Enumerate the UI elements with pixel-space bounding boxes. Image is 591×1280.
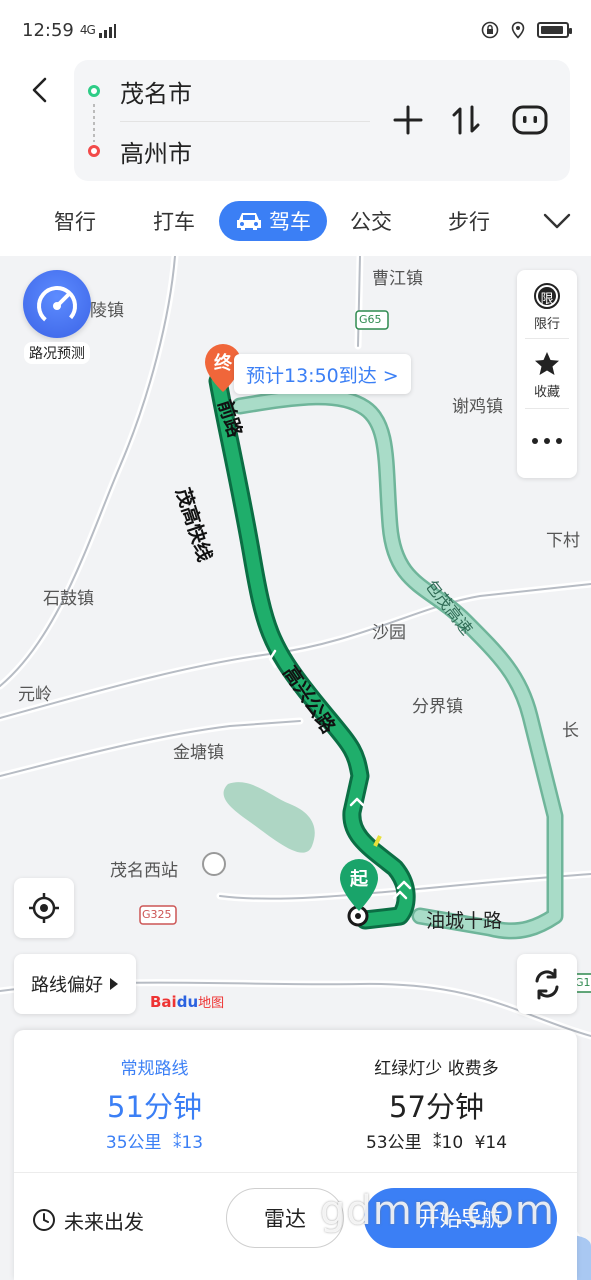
restriction-label: 限行 — [533, 317, 560, 332]
toll-amount: ¥14 — [474, 1133, 508, 1153]
destination-field[interactable]: 高州市 — [74, 122, 374, 180]
favorite-label: 收藏 — [533, 385, 560, 400]
place-label: 石鼓镇 — [43, 589, 94, 609]
swap-button[interactable] — [446, 100, 486, 140]
start-navigation-button[interactable]: 开始导航 — [364, 1188, 557, 1248]
add-waypoint-button[interactable] — [388, 100, 428, 140]
chevron-down-icon — [543, 213, 571, 229]
route-duration: 57分钟 — [389, 1090, 484, 1124]
radar-button[interactable]: 雷达 — [226, 1188, 344, 1248]
favorite-button[interactable]: 收藏 — [517, 350, 577, 400]
traffic-forecast-button[interactable]: 路况预测 — [14, 270, 100, 366]
route-sheet: 常规路线 51分钟 35公里 ⁑13 红绿灯少 收费多 57分钟 53公里 ⁑1… — [14, 1030, 577, 1280]
origin-pin[interactable]: 起 — [337, 857, 381, 913]
origin-pin-label: 起 — [350, 869, 368, 890]
travel-mode-tabs: 智行 打车 驾车 公交 步行 — [0, 197, 591, 245]
place-label: 长 — [562, 721, 579, 741]
robot-face-icon — [512, 105, 548, 135]
traffic-light-count: 13 — [181, 1133, 204, 1153]
refresh-icon — [535, 968, 559, 1000]
route-card: 茂名市 高州市 — [74, 60, 570, 181]
place-label: 沙园 — [372, 623, 406, 643]
tab-drive-label: 驾车 — [269, 210, 311, 234]
road-label-youcheng: 油城十路 — [426, 910, 503, 932]
place-label: 茂名西站 — [110, 861, 178, 881]
locate-me-button[interactable] — [14, 878, 74, 938]
tab-taxi[interactable]: 打车 — [143, 201, 205, 241]
swap-icon — [452, 105, 480, 135]
speedometer-icon — [23, 270, 91, 338]
more-button[interactable] — [517, 426, 577, 456]
route-distance: 53公里 — [365, 1133, 422, 1153]
route-tag: 常规路线 — [120, 1059, 189, 1079]
place-label: 元岭 — [18, 685, 52, 705]
destination-label: 高州市 — [120, 139, 192, 168]
divider — [525, 338, 569, 339]
crosshair-icon — [29, 893, 59, 923]
map-side-panel: 限 限行 收藏 — [517, 270, 577, 478]
place-label: 曹江镇 — [372, 269, 423, 289]
origin-label: 茂名市 — [120, 79, 192, 108]
route-option-alt[interactable]: 红绿灯少 收费多 57分钟 53公里 ⁑10 ¥14 — [296, 1030, 577, 1160]
baidu-map-logo: Baidu地图 — [150, 993, 225, 1011]
restriction-badge: 限 — [540, 292, 554, 307]
clock-icon — [33, 1209, 55, 1231]
divider — [525, 408, 569, 409]
traffic-light-icon: ⁑ — [433, 1133, 442, 1153]
chevron-left-icon — [32, 77, 47, 103]
place-label: 谢鸡镇 — [452, 397, 503, 417]
place-label: 金塘镇 — [173, 743, 224, 763]
car-icon — [237, 213, 261, 230]
route-preference-label: 路线偏好 — [31, 975, 103, 996]
route-preference-button[interactable]: 路线偏好 — [14, 954, 136, 1014]
status-bar: 12:59 4G — [0, 0, 591, 60]
route-duration: 51分钟 — [107, 1090, 202, 1124]
origin-field[interactable]: 茂名市 — [74, 62, 374, 120]
status-time: 12:59 — [22, 19, 74, 41]
restriction-button[interactable]: 限 限行 — [517, 282, 577, 332]
shield-g1: G1 — [575, 976, 591, 989]
route-option-regular[interactable]: 常规路线 51分钟 35公里 ⁑13 — [14, 1030, 295, 1160]
battery-icon — [537, 22, 572, 38]
location-icon — [511, 21, 525, 39]
place-label: 下村 — [546, 531, 580, 551]
refresh-button[interactable] — [517, 954, 577, 1014]
route-detail: 53公里 ⁑10 ¥14 — [296, 1128, 577, 1153]
tab-drive[interactable]: 驾车 — [219, 201, 327, 241]
place-label: 分界镇 — [412, 697, 463, 717]
lock-rotation-icon — [481, 21, 499, 39]
future-departure-label: 未来出发 — [64, 1209, 144, 1234]
tab-transit[interactable]: 公交 — [340, 201, 402, 241]
tab-smart[interactable]: 智行 — [44, 201, 106, 241]
eta-bubble[interactable]: 预计13:50到达 > — [234, 354, 411, 394]
network-indicator: 4G — [79, 23, 96, 37]
destination-dot-icon — [88, 145, 100, 157]
signal-bars-icon — [98, 24, 116, 38]
more-route-options-button[interactable] — [510, 100, 550, 140]
route-detail: 35公里 ⁑13 — [14, 1128, 295, 1153]
back-button[interactable] — [22, 72, 58, 108]
tab-walk[interactable]: 步行 — [438, 201, 500, 241]
expand-modes-button[interactable] — [536, 201, 578, 241]
plus-icon — [393, 105, 423, 135]
traffic-forecast-label: 路况预测 — [24, 342, 90, 364]
divider — [14, 1172, 577, 1173]
caret-right-icon — [110, 978, 118, 990]
route-tag: 红绿灯少 收费多 — [374, 1059, 499, 1079]
more-dots-icon — [532, 438, 562, 444]
origin-dot-icon — [88, 85, 100, 97]
shield-g65: G65 — [359, 313, 382, 326]
route-distance: 35公里 — [105, 1133, 162, 1153]
star-icon — [535, 352, 559, 375]
traffic-light-count: 10 — [441, 1133, 464, 1153]
future-departure-button[interactable]: 未来出发 — [32, 1200, 144, 1240]
shield-g325: G325 — [142, 908, 172, 921]
route-header: 茂名市 高州市 智行 打车 驾车 公交 步行 — [0, 60, 591, 256]
